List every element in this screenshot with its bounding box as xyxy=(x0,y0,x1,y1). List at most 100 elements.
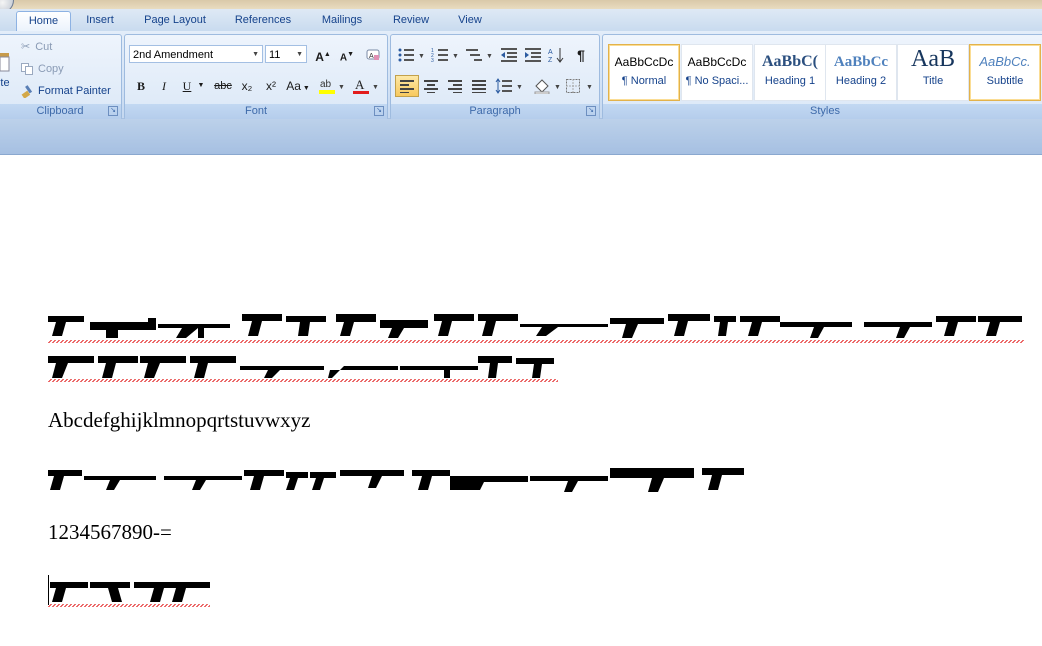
italic-button[interactable]: I xyxy=(152,75,176,97)
font-size-value: 11 xyxy=(269,49,281,61)
align-left-button[interactable] xyxy=(395,75,419,97)
justify-icon xyxy=(472,80,486,93)
justify-button[interactable] xyxy=(467,75,491,97)
highlighter-icon: ab ▼ xyxy=(319,79,345,94)
tab-mailings[interactable]: Mailings xyxy=(312,11,372,31)
scissors-icon: ✂ xyxy=(21,41,31,53)
decrease-indent-icon xyxy=(501,48,517,62)
shading-button[interactable]: ▼ xyxy=(531,75,563,97)
style-name: Heading 2 xyxy=(835,75,887,87)
styles-group: AaBbCcDc ¶ Normal AaBbCcDc ¶ No Spaci...… xyxy=(602,34,1042,120)
svg-text:A: A xyxy=(548,49,553,56)
font-group: 2nd Amendment ▼ 11 ▼ A▲ A▼ A B I U ▼ abc x… xyxy=(124,34,388,120)
svg-text:A: A xyxy=(355,77,365,92)
align-center-icon xyxy=(424,80,438,93)
tab-references[interactable]: References xyxy=(226,11,300,31)
bullet-list-icon: ▼ xyxy=(398,48,425,62)
firearm-glyphs xyxy=(48,314,1022,338)
style-normal[interactable]: AaBbCcDc ¶ Normal xyxy=(608,44,680,101)
superscript-button[interactable]: x² xyxy=(259,75,283,97)
svg-text:Z: Z xyxy=(548,57,553,63)
ruler-area xyxy=(0,119,1042,155)
spelling-error-underline xyxy=(48,340,1024,343)
svg-text:3: 3 xyxy=(431,58,434,63)
text-highlight-button[interactable]: ab ▼ xyxy=(315,75,347,97)
style-name: Title xyxy=(922,75,944,87)
tab-home[interactable]: Home xyxy=(16,11,71,32)
underline-dropdown[interactable]: ▼ xyxy=(195,75,207,97)
increase-indent-button[interactable] xyxy=(521,44,545,66)
clipboard-dialog-launcher[interactable]: ↘ xyxy=(108,106,118,116)
paragraph-dialog-launcher[interactable]: ↘ xyxy=(586,106,596,116)
change-case-label: Aa xyxy=(286,79,301,93)
change-case-button[interactable]: Aa ▼ xyxy=(283,75,313,97)
sort-button[interactable]: AZ xyxy=(545,44,569,66)
svg-text:ab: ab xyxy=(320,79,332,90)
bold-button[interactable]: B xyxy=(129,75,153,97)
tab-view[interactable]: View xyxy=(450,11,490,31)
format-painter-button[interactable]: Format Painter xyxy=(21,81,111,101)
shrink-font-button[interactable]: A▼ xyxy=(335,44,359,66)
align-right-icon xyxy=(448,80,462,93)
ribbon: te ✂ Cut Copy Format Painter Clipboard ↘… xyxy=(0,31,1042,120)
title-bar xyxy=(0,0,1042,9)
numbering-button[interactable]: 1 2 3 ▼ xyxy=(429,44,461,66)
gun-glyph-row-4 xyxy=(48,576,210,604)
svg-text:▼: ▼ xyxy=(516,84,523,91)
style-sample: AaB xyxy=(911,46,955,72)
format-painter-label: Format Painter xyxy=(38,85,111,97)
paint-bucket-icon: ▼ xyxy=(534,79,561,95)
ribbon-tab-row: Home Insert Page Layout References Maili… xyxy=(0,9,1042,32)
line-spacing-button[interactable]: ▼ xyxy=(493,75,525,97)
sort-icon: AZ xyxy=(548,48,564,64)
svg-text:▼: ▼ xyxy=(486,53,493,60)
borders-button[interactable]: ▼ xyxy=(563,75,595,97)
tab-insert[interactable]: Insert xyxy=(78,11,122,31)
font-size-combo[interactable]: 11 ▼ xyxy=(265,45,307,63)
tab-review[interactable]: Review xyxy=(384,11,438,31)
gun-glyph-row-3 xyxy=(48,464,746,492)
svg-text:▼: ▼ xyxy=(554,84,561,91)
style-name: ¶ Normal xyxy=(621,75,667,87)
svg-text:▼: ▼ xyxy=(586,84,593,91)
pilcrow-icon: ¶ xyxy=(577,47,585,63)
style-no-spacing[interactable]: AaBbCcDc ¶ No Spaci... xyxy=(681,44,753,101)
decrease-indent-button[interactable] xyxy=(497,44,521,66)
chevron-down-icon: ▼ xyxy=(296,51,303,58)
font-color-icon: A ▼ xyxy=(353,77,379,94)
borders-icon: ▼ xyxy=(566,79,593,93)
font-name-combo[interactable]: 2nd Amendment ▼ xyxy=(129,45,263,63)
alphabet-text: Abcdefghijklmnopqrtstuvwxyz xyxy=(48,408,311,432)
cut-button[interactable]: ✂ Cut xyxy=(21,37,52,57)
copy-button[interactable]: Copy xyxy=(21,59,64,79)
style-heading-1[interactable]: AaBbC( Heading 1 xyxy=(754,44,826,101)
paste-button[interactable]: te xyxy=(0,51,11,95)
show-formatting-button[interactable]: ¶ xyxy=(569,44,593,66)
style-heading-2[interactable]: AaBbCc Heading 2 xyxy=(825,44,897,101)
line-spacing-icon: ▼ xyxy=(495,78,523,94)
tab-page-layout[interactable]: Page Layout xyxy=(135,11,215,31)
style-sample: AaBbCcDc xyxy=(614,55,674,69)
style-sample: AaBbCcDc xyxy=(687,55,747,69)
subscript-button[interactable]: x₂ xyxy=(235,75,259,97)
multilevel-list-button[interactable]: ▼ xyxy=(463,44,495,66)
document-page[interactable] xyxy=(0,155,1042,646)
increase-indent-icon xyxy=(525,48,541,62)
style-name: Subtitle xyxy=(986,75,1024,87)
spelling-error-underline xyxy=(48,604,210,607)
gun-glyph-row-2 xyxy=(48,352,558,380)
align-right-button[interactable] xyxy=(443,75,467,97)
paragraph-group-label: Paragraph xyxy=(391,104,599,119)
firearm-glyphs xyxy=(50,582,210,602)
style-title[interactable]: AaB Title xyxy=(897,44,969,101)
clear-formatting-button[interactable]: A xyxy=(361,44,385,66)
gun-glyph-row-1 xyxy=(48,310,1024,338)
style-subtitle[interactable]: AaBbCc. Subtitle xyxy=(969,44,1041,101)
font-name-value: 2nd Amendment xyxy=(133,49,214,61)
grow-font-button[interactable]: A▲ xyxy=(311,44,335,66)
strikethrough-button[interactable]: abc xyxy=(211,75,235,97)
font-dialog-launcher[interactable]: ↘ xyxy=(374,106,384,116)
bullets-button[interactable]: ▼ xyxy=(395,44,427,66)
align-center-button[interactable] xyxy=(419,75,443,97)
font-color-button[interactable]: A ▼ xyxy=(349,75,381,97)
